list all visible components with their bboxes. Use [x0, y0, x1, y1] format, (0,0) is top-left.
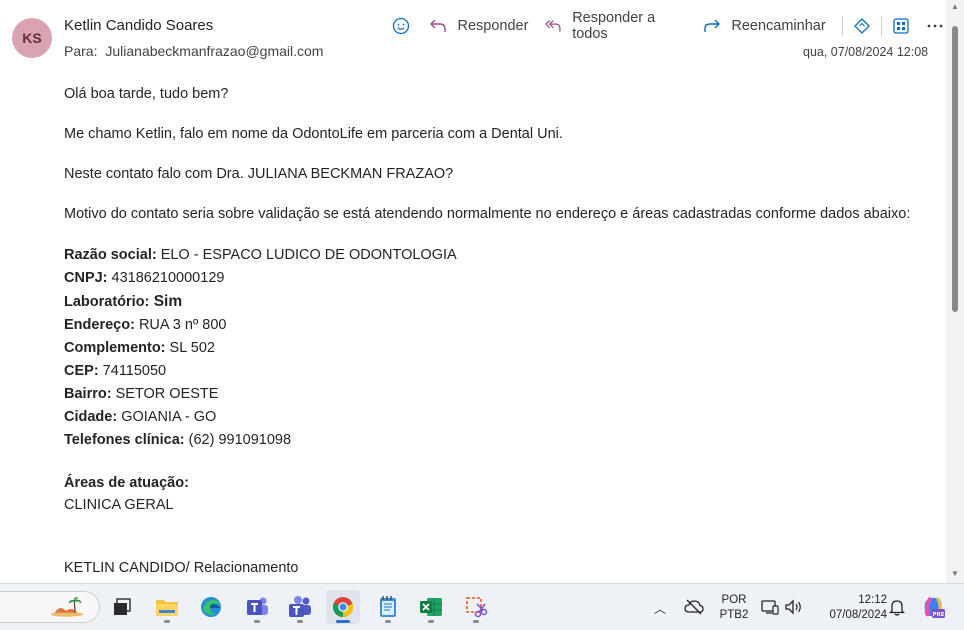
- diamond-sparkle-icon: [853, 18, 870, 34]
- message-body: Olá boa tarde, tudo bem? Me chamo Ketlin…: [64, 84, 934, 578]
- running-indicator: [297, 620, 303, 623]
- forward-label: Reencaminhar: [731, 18, 826, 34]
- recipient-line: Para: Julianabeckmanfrazao@gmail.com: [64, 43, 323, 59]
- volume-icon[interactable]: [781, 592, 807, 622]
- cloud-offline-icon[interactable]: [679, 592, 709, 622]
- field-value: 43186210000129: [107, 270, 225, 286]
- field-label: Endereço:: [64, 317, 135, 333]
- field-value: SETOR OESTE: [111, 386, 219, 402]
- forward-button[interactable]: Reencaminhar: [703, 18, 826, 34]
- vertical-scrollbar[interactable]: ▲ ▼: [946, 0, 964, 583]
- reply-button[interactable]: Responder: [429, 18, 528, 34]
- copilot-icon[interactable]: PRE: [917, 591, 949, 623]
- field-value: ELO - ESPACO LUDICO DE ODONTOLOGIA: [156, 247, 457, 263]
- reason-paragraph: Motivo do contato seria sobre validação …: [64, 206, 911, 222]
- recipient-address[interactable]: Julianabeckmanfrazao@gmail.com: [105, 43, 323, 59]
- active-indicator: [336, 620, 350, 623]
- areas-value: CLINICA GERAL: [64, 497, 174, 513]
- running-indicator: [428, 620, 434, 623]
- clock-date: 07/08/2024: [829, 609, 887, 621]
- field-label: Bairro:: [64, 386, 112, 402]
- field-value: GOIANIA - GO: [117, 409, 217, 425]
- apps-button[interactable]: [890, 14, 912, 38]
- message-date: qua, 07/08/2024 12:08: [803, 45, 929, 59]
- intro-paragraph: Me chamo Ketlin, falo em nome da OdontoL…: [64, 126, 563, 142]
- forward-icon: [704, 19, 721, 32]
- field-value: RUA 3 nº 800: [134, 317, 227, 333]
- notepad-icon[interactable]: [371, 590, 405, 624]
- field-value: (62) 991091098: [184, 432, 292, 448]
- reply-all-label: Responder a todos: [572, 10, 656, 42]
- teams-classic-icon[interactable]: [283, 590, 317, 624]
- reply-label: Responder: [457, 18, 529, 34]
- email-reading-pane: KS Ketlin Candido Soares Para: Julianabe…: [0, 0, 946, 583]
- field-telefones: Telefones clínica: (62) 991091098: [64, 429, 934, 452]
- message-actions: Responder Responder a todos Reencaminhar: [390, 10, 946, 42]
- field-value: SL 502: [165, 340, 215, 356]
- reply-icon: [430, 19, 447, 32]
- apps-grid-icon: [893, 18, 909, 34]
- question-paragraph: Neste contato falo com Dra. JULIANA BECK…: [64, 166, 454, 182]
- field-label: Complemento:: [64, 340, 166, 356]
- display-icon[interactable]: [759, 592, 781, 622]
- field-value: Sim: [149, 293, 183, 310]
- field-value: 74115050: [98, 363, 167, 379]
- field-laboratorio: Laboratório: Sim: [64, 290, 934, 314]
- chrome-icon[interactable]: [326, 590, 360, 624]
- keyboard-layout: PTB2: [719, 609, 749, 621]
- scroll-down-arrow-icon[interactable]: ▼: [950, 569, 960, 579]
- reply-all-icon: [545, 19, 561, 32]
- signature: KETLIN CANDIDO/ Relacionamento: [64, 560, 299, 576]
- sender-name[interactable]: Ketlin Candido Soares: [64, 17, 213, 34]
- scroll-thumb[interactable]: [952, 26, 958, 312]
- notification-bell-icon[interactable]: [885, 592, 909, 622]
- running-indicator: [254, 620, 260, 623]
- edge-icon[interactable]: [194, 590, 228, 624]
- toolbar-divider: [881, 16, 883, 36]
- language-code: POR: [721, 594, 747, 606]
- field-complemento: Complemento: SL 502: [64, 337, 934, 360]
- copilot-summary-button[interactable]: [851, 14, 873, 38]
- clock-time: 12:12: [858, 594, 887, 606]
- scroll-up-arrow-icon[interactable]: ▲: [950, 2, 960, 12]
- reply-all-button[interactable]: Responder a todos: [545, 10, 686, 42]
- areas-title: Áreas de atuação:: [64, 475, 189, 491]
- running-indicator: [385, 620, 391, 623]
- excel-icon[interactable]: [414, 590, 448, 624]
- taskbar: ︿ POR PTB2 12:12 07/08/2024 PRE: [0, 583, 964, 630]
- running-indicator: [473, 620, 479, 623]
- system-clock[interactable]: 12:12 07/08/2024: [815, 593, 887, 623]
- running-indicator: [164, 620, 170, 623]
- show-hidden-icons-chevron-icon[interactable]: ︿: [654, 600, 666, 617]
- task-view-icon[interactable]: [105, 590, 139, 624]
- field-label: Razão social:: [64, 247, 157, 263]
- field-endereco: Endereço: RUA 3 nº 800: [64, 314, 934, 337]
- field-cep: CEP: 74115050: [64, 360, 934, 383]
- to-label: Para:: [64, 43, 98, 59]
- emoji-reaction-button[interactable]: [390, 14, 412, 38]
- field-label: CEP:: [64, 363, 99, 379]
- widgets-icon[interactable]: [50, 590, 84, 624]
- field-bairro: Bairro: SETOR OESTE: [64, 383, 934, 406]
- registration-details: Razão social: ELO - ESPACO LUDICO DE ODO…: [64, 244, 934, 452]
- input-language-indicator[interactable]: POR PTB2: [718, 593, 750, 623]
- toolbar-divider: [841, 16, 843, 36]
- field-label: Telefones clínica:: [64, 432, 185, 448]
- field-label: Laboratório:: [64, 294, 150, 310]
- more-icon: [927, 24, 943, 28]
- greeting-paragraph: Olá boa tarde, tudo bem?: [64, 86, 229, 102]
- file-explorer-icon[interactable]: [150, 590, 184, 624]
- field-cidade: Cidade: GOIANIA - GO: [64, 406, 934, 429]
- more-actions-button[interactable]: [924, 14, 946, 38]
- sender-avatar[interactable]: KS: [12, 18, 52, 58]
- teams-icon[interactable]: [240, 590, 274, 624]
- field-label: CNPJ:: [64, 270, 108, 286]
- field-label: Cidade:: [64, 409, 118, 425]
- smiley-icon: [393, 17, 410, 35]
- field-razao-social: Razão social: ELO - ESPACO LUDICO DE ODO…: [64, 244, 934, 267]
- svg-text:PRE: PRE: [932, 612, 944, 618]
- field-cnpj: CNPJ: 43186210000129: [64, 267, 934, 290]
- snipping-tool-icon[interactable]: [459, 590, 493, 624]
